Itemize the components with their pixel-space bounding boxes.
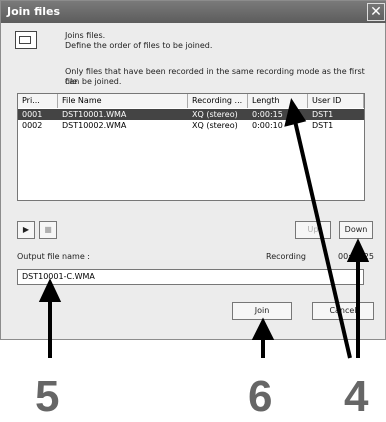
callout-number-6: 6 <box>248 372 273 421</box>
callout-number-5: 5 <box>35 372 60 421</box>
callout-number-4: 4 <box>344 372 369 421</box>
callout-arrows <box>38 97 370 359</box>
